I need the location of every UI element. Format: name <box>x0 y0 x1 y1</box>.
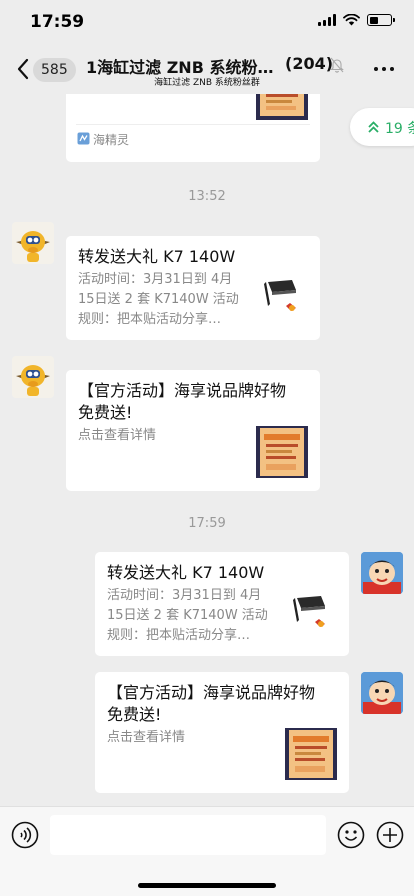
chat-subtitle: 海缸过滤 ZNB 系统粉丝群 <box>154 78 260 88</box>
card-desc: 点击查看详情 <box>107 730 186 745</box>
mini-program-icon <box>77 132 90 145</box>
avatar[interactable] <box>361 552 403 594</box>
article-card[interactable]: 【官方活动】海享说品牌好物 免费送! 点击查看详情 <box>95 672 349 793</box>
lamp-thumbnail <box>256 274 308 326</box>
emoji-icon[interactable] <box>337 821 365 849</box>
article-card[interactable]: 转发送大礼 K7 140W 活动时间：3月31日到 4月 15日送 2 套 K7… <box>95 552 349 656</box>
timestamp: 13:52 <box>188 189 226 204</box>
avatar[interactable] <box>12 222 54 264</box>
avatar[interactable] <box>12 356 54 398</box>
double-chevron-up-icon <box>368 121 379 133</box>
status-icons <box>318 14 395 26</box>
card-title: 转发送大礼 K7 140W <box>107 563 265 582</box>
card-desc-line: 15日送 2 套 K7140W 活动 <box>107 608 268 623</box>
timestamp: 17:59 <box>188 516 226 531</box>
card-title: 转发送大礼 K7 140W <box>78 247 236 266</box>
poster-thumbnail <box>256 94 308 120</box>
unread-jump-label: 19 条 <box>385 121 414 137</box>
snippet-card[interactable]: 海精灵 <box>66 94 320 162</box>
card-desc-line: 活动时间：3月31日到 4月 <box>78 272 233 287</box>
wifi-icon <box>343 14 360 26</box>
chat-header: 585 1海缸过滤 ZNB 系统粉… (204) 海缸过滤 ZNB 系统粉丝群 <box>0 44 414 94</box>
article-card[interactable]: 转发送大礼 K7 140W 活动时间：3月31日到 4月 15日送 2 套 K7… <box>66 236 320 340</box>
home-indicator <box>138 883 276 888</box>
poster-thumbnail <box>285 728 337 780</box>
card-desc-line: 15日送 2 套 K7140W 活动 <box>78 292 239 307</box>
message-input[interactable] <box>50 815 326 855</box>
status-bar: 17:59 <box>0 0 414 44</box>
card-desc-line: 活动时间：3月31日到 4月 <box>107 588 262 603</box>
battery-icon <box>367 14 395 26</box>
poster-thumbnail <box>256 426 308 478</box>
signal-icon <box>318 14 336 26</box>
card-desc: 点击查看详情 <box>78 428 157 443</box>
card-desc-line: 规则：把本贴活动分享… <box>78 312 222 327</box>
card-title-line: 【官方活动】海享说品牌好物 <box>78 381 287 400</box>
snippet-source: 海精灵 <box>93 133 130 147</box>
lamp-thumbnail <box>285 590 337 642</box>
more-horizontal-icon[interactable] <box>374 67 394 71</box>
divider <box>76 124 310 125</box>
voice-icon[interactable] <box>11 821 39 849</box>
bell-off-icon <box>330 57 344 73</box>
message-list[interactable]: 海精灵 19 条 13:52 转发送大礼 K7 140W 活动时间：3月31日到… <box>0 94 414 806</box>
unread-jump-pill[interactable]: 19 条 <box>350 108 414 146</box>
input-bar <box>0 806 414 896</box>
article-card[interactable]: 【官方活动】海享说品牌好物 免费送! 点击查看详情 <box>66 370 320 491</box>
member-count: (204) <box>285 54 334 73</box>
status-time: 17:59 <box>30 12 85 32</box>
card-desc-line: 规则：把本贴活动分享… <box>107 628 251 643</box>
card-title-line: 【官方活动】海享说品牌好物 <box>107 683 316 702</box>
plus-circle-icon[interactable] <box>376 821 404 849</box>
card-title-line: 免费送! <box>107 705 162 724</box>
avatar[interactable] <box>361 672 403 714</box>
card-title-line: 免费送! <box>78 403 133 422</box>
